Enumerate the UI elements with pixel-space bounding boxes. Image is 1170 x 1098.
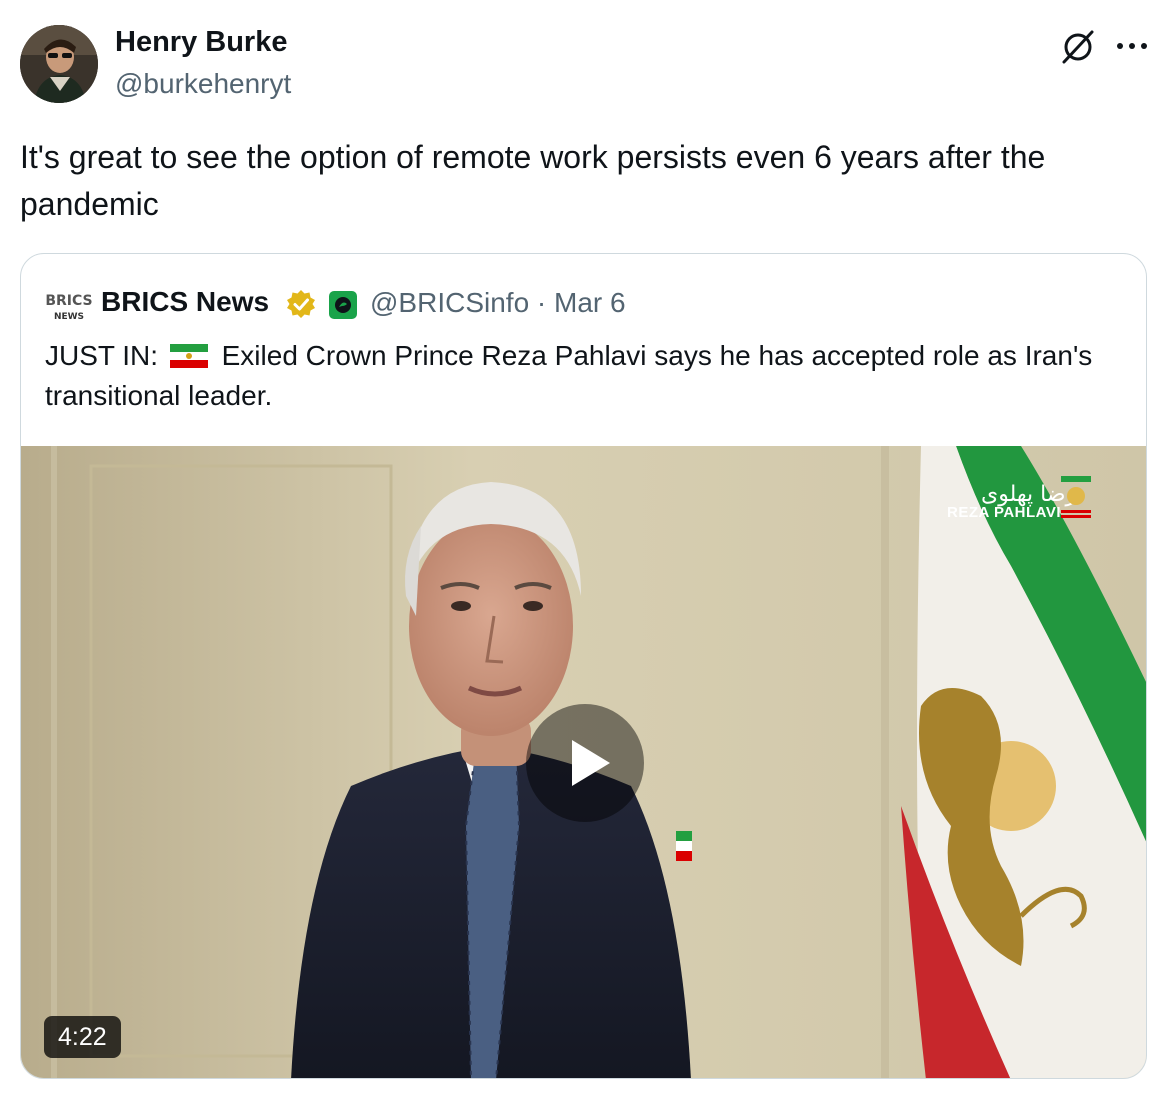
grok-icon xyxy=(1062,30,1094,64)
author-name[interactable]: Henry Burke xyxy=(115,26,287,59)
quoted-text: JUST IN: Exiled Crown Prince Reza Pahlav… xyxy=(45,336,1125,416)
watermark-lion-emblem-icon xyxy=(1061,476,1091,518)
play-icon xyxy=(572,740,610,786)
quoted-author-name[interactable]: BRICS News xyxy=(101,286,269,318)
tweet-text: It's great to see the option of remote w… xyxy=(20,139,1046,222)
quoted-text-prefix: JUST IN: xyxy=(45,340,159,371)
author-handle[interactable]: @burkehenryt xyxy=(115,68,291,100)
more-horizontal-icon xyxy=(1117,43,1147,49)
quoted-tweet[interactable]: BRICS NEWS BRICS News @BRICSinfo · Mar 6… xyxy=(20,253,1147,1079)
grok-button[interactable] xyxy=(1058,26,1098,66)
avatar-image xyxy=(20,25,98,103)
brics-news-logo: BRICS NEWS xyxy=(45,293,92,322)
watermark-english: REZA PAHLAVI xyxy=(947,504,1062,521)
video-duration: 4:22 xyxy=(44,1016,121,1058)
logo-top: BRICS xyxy=(45,293,92,309)
iran-lion-sun-flag-icon xyxy=(169,344,208,368)
affiliate-glyph xyxy=(335,297,351,313)
play-button[interactable] xyxy=(526,704,644,822)
affiliate-badge-icon[interactable] xyxy=(329,291,357,319)
quoted-handle-date[interactable]: @BRICSinfo · Mar 6 xyxy=(370,287,626,319)
avatar[interactable] xyxy=(20,25,98,103)
logo-bottom: NEWS xyxy=(54,312,84,322)
more-button[interactable] xyxy=(1110,26,1154,66)
verified-badge-icon[interactable] xyxy=(285,288,317,320)
video-player[interactable]: رضا پهلوی REZA PAHLAVI 4:22 xyxy=(21,446,1146,1078)
